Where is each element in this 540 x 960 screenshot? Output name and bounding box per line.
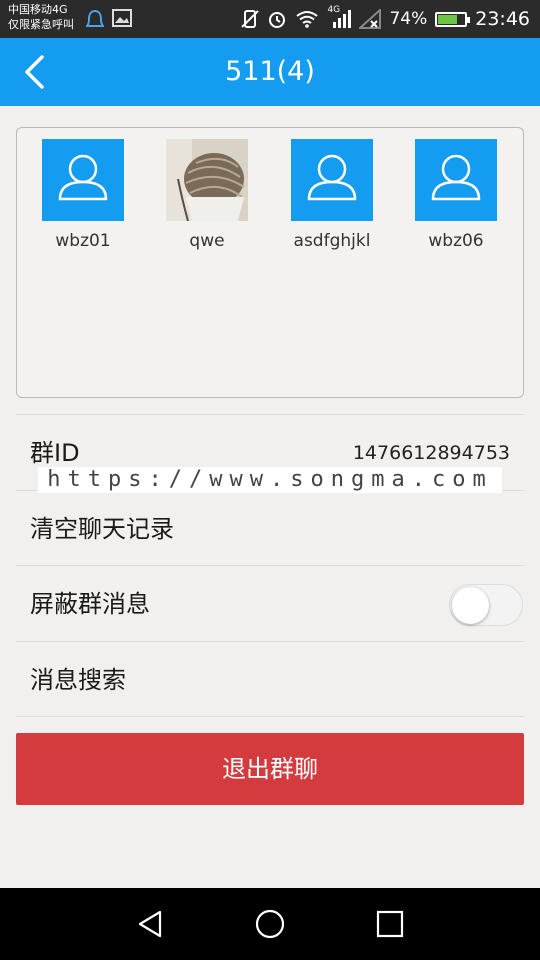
divider [16, 414, 524, 415]
divider [16, 716, 524, 717]
page-title: 511(4) [225, 56, 315, 87]
alarm-icon [269, 12, 286, 28]
member-name: qwe [189, 231, 225, 251]
battery-fill [438, 14, 458, 24]
carrier-emergency: 仅限紧急呼叫 [8, 18, 74, 31]
mute-messages-row: 屏蔽群消息 [0, 567, 540, 641]
message-search-row[interactable]: 消息搜索 [0, 643, 540, 717]
message-search-label: 消息搜索 [30, 666, 126, 694]
back-nav-icon[interactable] [132, 906, 168, 942]
carrier-name: 中国移动4G [8, 3, 68, 16]
divider [16, 641, 524, 642]
title-bar: 511(4) [0, 38, 540, 106]
clear-history-label: 清空聊天记录 [30, 515, 174, 543]
yarn-photo-avatar[interactable] [166, 139, 248, 221]
clear-history-row[interactable]: 清空聊天记录 [0, 492, 540, 566]
mute-messages-toggle[interactable] [449, 584, 523, 626]
signal-icon: 4G [327, 5, 352, 29]
carrier-info: 中国移动4G 仅限紧急呼叫 [8, 2, 74, 32]
navigation-bar [0, 888, 540, 960]
mute-messages-label: 屏蔽群消息 [30, 590, 150, 618]
no-sim-signal-icon [359, 9, 382, 29]
battery-percent: 74% [389, 9, 428, 29]
member-item[interactable]: qwe [165, 139, 249, 251]
default-avatar[interactable] [415, 139, 497, 221]
home-nav-icon[interactable] [252, 906, 288, 942]
image-icon [112, 9, 132, 27]
status-icons: 4G 74% 23:46 [241, 5, 530, 32]
member-name: wbz01 [55, 231, 111, 251]
member-name: wbz06 [428, 231, 484, 251]
notification-icon [86, 9, 104, 27]
user-icon [307, 154, 357, 201]
default-avatar[interactable] [291, 139, 373, 221]
status-bar: 中国移动4G 仅限紧急呼叫 4G 74% 23:46 [0, 0, 540, 38]
recents-nav-icon[interactable] [372, 906, 408, 942]
watermark: https://www.songma.com [38, 467, 502, 493]
wifi-icon [296, 11, 319, 28]
toggle-knob [452, 587, 489, 624]
member-name: asdfghjkl [293, 231, 371, 251]
user-icon [431, 154, 481, 201]
user-icon [58, 154, 108, 201]
default-avatar[interactable] [42, 139, 124, 221]
member-item[interactable]: wbz01 [41, 139, 125, 251]
exit-group-button[interactable]: 退出群聊 [16, 733, 524, 805]
group-members-panel: wbz01 qwe asdfghjkl wbz06 [16, 127, 524, 398]
divider [16, 565, 524, 566]
member-item[interactable]: wbz06 [414, 139, 498, 251]
clock: 23:46 [475, 8, 530, 30]
yarn-photo-icon [166, 139, 248, 221]
vibrate-icon [241, 10, 260, 28]
member-item[interactable]: asdfghjkl [290, 139, 374, 251]
battery-icon [435, 11, 471, 27]
